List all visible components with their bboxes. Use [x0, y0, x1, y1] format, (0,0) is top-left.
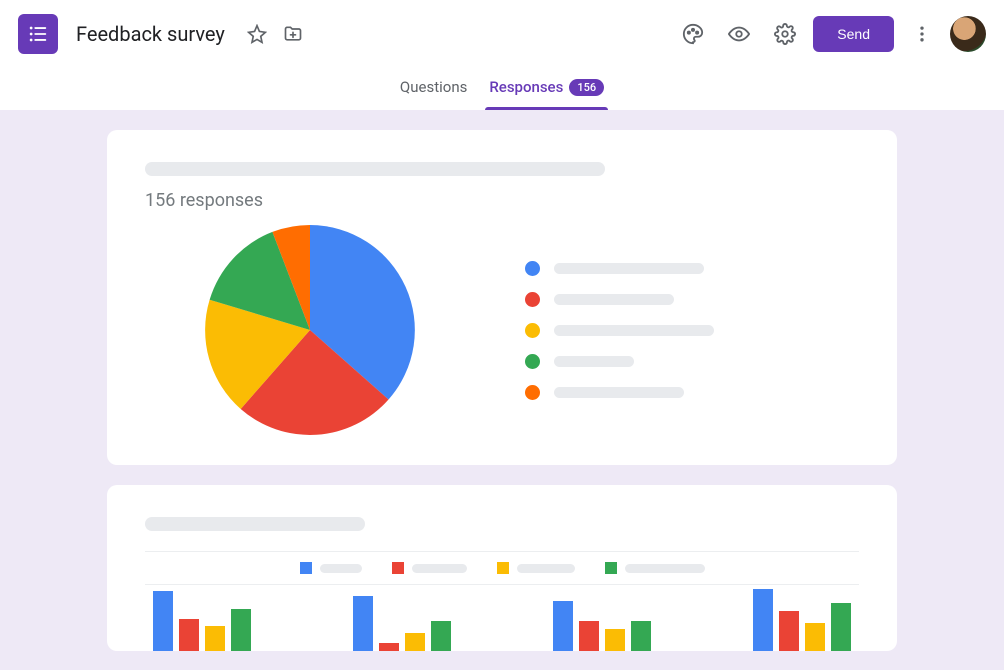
- pie-legend: [525, 261, 714, 400]
- legend-square-icon: [605, 562, 617, 574]
- summary-card-pie: 156 responses: [107, 130, 897, 465]
- legend-label-placeholder: [625, 564, 705, 573]
- legend-item: [605, 562, 705, 574]
- bar: [405, 633, 425, 651]
- bar: [753, 589, 773, 651]
- legend-square-icon: [497, 562, 509, 574]
- legend-label-placeholder: [554, 325, 714, 336]
- legend-item: [497, 562, 575, 574]
- pie-chart: [205, 225, 415, 435]
- legend-square-icon: [392, 562, 404, 574]
- question-title-placeholder: [145, 517, 365, 531]
- preview-eye-icon[interactable]: [721, 16, 757, 52]
- legend-item: [525, 385, 714, 400]
- legend-item: [300, 562, 362, 574]
- legend-label-placeholder: [554, 387, 684, 398]
- responses-badge: 156: [569, 79, 604, 96]
- bar: [205, 626, 225, 651]
- legend-item: [525, 354, 714, 369]
- responses-count: 156 responses: [145, 190, 859, 211]
- legend-label-placeholder: [517, 564, 575, 573]
- bar: [579, 621, 599, 651]
- bar: [831, 603, 851, 651]
- app-header: Feedback survey Send: [0, 0, 1004, 72]
- bar-group: [753, 589, 851, 651]
- more-vert-icon[interactable]: [904, 16, 940, 52]
- forms-logo-icon[interactable]: [18, 14, 58, 54]
- legend-label-placeholder: [554, 294, 674, 305]
- bar: [631, 621, 651, 651]
- content-area: 156 responses: [0, 110, 1004, 670]
- bar: [231, 609, 251, 651]
- bar: [179, 619, 199, 651]
- tab-questions[interactable]: Questions: [396, 72, 471, 102]
- bar: [431, 621, 451, 651]
- legend-item: [525, 323, 714, 338]
- settings-gear-icon[interactable]: [767, 16, 803, 52]
- legend-item: [392, 562, 467, 574]
- bar-group: [153, 589, 251, 651]
- legend-item: [525, 292, 714, 307]
- document-title[interactable]: Feedback survey: [76, 22, 225, 46]
- legend-label-placeholder: [412, 564, 467, 573]
- bar: [779, 611, 799, 651]
- bar-group: [353, 589, 451, 651]
- legend-dot-icon: [525, 323, 540, 338]
- legend-label-placeholder: [554, 263, 704, 274]
- question-title-placeholder: [145, 162, 605, 176]
- palette-icon[interactable]: [675, 16, 711, 52]
- tab-responses-label: Responses: [489, 78, 563, 96]
- tab-responses[interactable]: Responses 156: [485, 72, 608, 102]
- legend-dot-icon: [525, 385, 540, 400]
- bar-chart: [145, 584, 859, 651]
- tabs-bar: Questions Responses 156: [0, 72, 1004, 110]
- legend-dot-icon: [525, 292, 540, 307]
- legend-label-placeholder: [320, 564, 362, 573]
- account-avatar[interactable]: [950, 16, 986, 52]
- send-button[interactable]: Send: [813, 16, 894, 52]
- bar: [605, 629, 625, 651]
- bar: [153, 591, 173, 651]
- bar: [553, 601, 573, 651]
- bar-group: [553, 589, 651, 651]
- bar: [805, 623, 825, 651]
- bar-legend: [145, 552, 859, 584]
- star-icon[interactable]: [239, 16, 275, 52]
- bar: [353, 596, 373, 651]
- bar: [379, 643, 399, 651]
- move-to-folder-icon[interactable]: [275, 16, 311, 52]
- legend-dot-icon: [525, 261, 540, 276]
- legend-dot-icon: [525, 354, 540, 369]
- legend-label-placeholder: [554, 356, 634, 367]
- legend-square-icon: [300, 562, 312, 574]
- summary-card-bar: [107, 485, 897, 651]
- legend-item: [525, 261, 714, 276]
